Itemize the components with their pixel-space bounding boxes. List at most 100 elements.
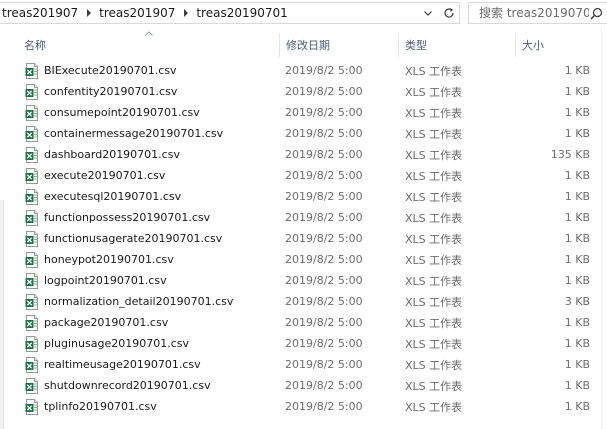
file-size: 1 KB — [564, 169, 590, 182]
file-size: 3 KB — [564, 295, 590, 308]
file-type: XLS 工作表 — [405, 169, 463, 183]
file-row[interactable]: executesql20190701.csv 2019/8/2 5:00 XLS… — [0, 186, 600, 207]
file-type: XLS 工作表 — [405, 253, 463, 267]
file-name: package20190701.csv — [44, 316, 169, 329]
file-row[interactable]: package20190701.csv 2019/8/2 5:00 XLS 工作… — [0, 312, 600, 333]
column-header-date[interactable]: 修改日期 — [280, 33, 399, 57]
file-size: 1 KB — [564, 106, 590, 119]
file-row[interactable]: normalization_detail20190701.csv 2019/8/… — [0, 291, 600, 312]
refresh-icon[interactable] — [437, 3, 459, 23]
file-name: realtimeusage20190701.csv — [44, 358, 201, 371]
breadcrumb-label[interactable]: treas201907 — [97, 6, 178, 20]
breadcrumb-item[interactable]: treas201907 — [97, 3, 178, 23]
column-header-type[interactable]: 类型 — [399, 33, 516, 57]
search-icon[interactable] — [590, 7, 603, 20]
file-type: XLS 工作表 — [405, 400, 463, 414]
column-header-name[interactable]: 名称 — [18, 33, 280, 57]
xls-csv-file-icon — [24, 312, 40, 333]
breadcrumb-item[interactable]: treas20190701 — [194, 3, 290, 23]
xls-csv-file-icon — [24, 249, 40, 270]
search-box[interactable] — [468, 2, 607, 24]
address-bar[interactable]: treas201907 treas201907 treas20190701 — [0, 2, 460, 24]
column-header-label: 修改日期 — [286, 39, 330, 52]
file-row[interactable]: pluginusage20190701.csv 2019/8/2 5:00 XL… — [0, 333, 600, 354]
file-name: functionusagerate20190701.csv — [44, 232, 223, 245]
file-row[interactable]: tplinfo20190701.csv 2019/8/2 5:00 XLS 工作… — [0, 396, 600, 417]
file-name: dashboard20190701.csv — [44, 148, 180, 161]
file-name: confentity20190701.csv — [44, 85, 178, 98]
file-name: execute20190701.csv — [44, 169, 166, 182]
file-type: XLS 工作表 — [405, 295, 463, 309]
file-type: XLS 工作表 — [405, 337, 463, 351]
file-type: XLS 工作表 — [405, 232, 463, 246]
file-modified-date: 2019/8/2 5:00 — [285, 148, 363, 161]
column-header-size[interactable]: 大小 — [516, 33, 600, 57]
file-size: 1 KB — [564, 232, 590, 245]
file-modified-date: 2019/8/2 5:00 — [285, 400, 363, 413]
xls-csv-file-icon — [24, 165, 40, 186]
file-size: 1 KB — [564, 127, 590, 140]
file-row[interactable]: consumepoint20190701.csv 2019/8/2 5:00 X… — [0, 102, 600, 123]
file-row[interactable]: execute20190701.csv 2019/8/2 5:00 XLS 工作… — [0, 165, 600, 186]
file-row[interactable]: honeypot20190701.csv 2019/8/2 5:00 XLS 工… — [0, 249, 600, 270]
file-modified-date: 2019/8/2 5:00 — [285, 190, 363, 203]
file-size: 1 KB — [564, 379, 590, 392]
file-row[interactable]: logpoint20190701.csv 2019/8/2 5:00 XLS 工… — [0, 270, 600, 291]
file-size: 135 KB — [550, 148, 590, 161]
breadcrumb-item[interactable]: treas201907 — [0, 3, 81, 23]
file-modified-date: 2019/8/2 5:00 — [285, 127, 363, 140]
file-row[interactable]: shutdownrecord20190701.csv 2019/8/2 5:00… — [0, 375, 600, 396]
file-name: logpoint20190701.csv — [44, 274, 167, 287]
file-modified-date: 2019/8/2 5:00 — [285, 253, 363, 266]
file-type: XLS 工作表 — [405, 211, 463, 225]
file-name: tplinfo20190701.csv — [44, 400, 157, 413]
chevron-right-icon[interactable] — [178, 3, 194, 23]
file-row[interactable]: containermessage20190701.csv 2019/8/2 5:… — [0, 123, 600, 144]
file-name: functionpossess20190701.csv — [44, 211, 211, 224]
file-type: XLS 工作表 — [405, 316, 463, 330]
file-modified-date: 2019/8/2 5:00 — [285, 358, 363, 371]
file-modified-date: 2019/8/2 5:00 — [285, 232, 363, 245]
xls-csv-file-icon — [24, 354, 40, 375]
column-header-label: 大小 — [522, 39, 544, 52]
chevron-right-icon[interactable] — [81, 3, 97, 23]
file-name: pluginusage20190701.csv — [44, 337, 189, 350]
xls-csv-file-icon — [24, 81, 40, 102]
file-row[interactable]: functionusagerate20190701.csv 2019/8/2 5… — [0, 228, 600, 249]
xls-csv-file-icon — [24, 102, 40, 123]
file-type: XLS 工作表 — [405, 148, 463, 162]
file-size: 1 KB — [564, 337, 590, 350]
file-name: containermessage20190701.csv — [44, 127, 224, 140]
xls-csv-file-icon — [24, 333, 40, 354]
search-input[interactable] — [469, 6, 589, 20]
column-header-label: 类型 — [405, 39, 427, 52]
xls-csv-file-icon — [24, 60, 40, 81]
file-row[interactable]: realtimeusage20190701.csv 2019/8/2 5:00 … — [0, 354, 600, 375]
file-row[interactable]: dashboard20190701.csv 2019/8/2 5:00 XLS … — [0, 144, 600, 165]
file-name: normalization_detail20190701.csv — [44, 295, 234, 308]
file-row[interactable]: functionpossess20190701.csv 2019/8/2 5:0… — [0, 207, 600, 228]
file-size: 1 KB — [564, 211, 590, 224]
chevron-down-icon[interactable] — [420, 3, 436, 23]
file-type: XLS 工作表 — [405, 190, 463, 204]
breadcrumb-label[interactable]: treas20190701 — [194, 6, 290, 20]
file-row[interactable]: BIExecute20190701.csv 2019/8/2 5:00 XLS … — [0, 60, 600, 81]
xls-csv-file-icon — [24, 207, 40, 228]
file-name: BIExecute20190701.csv — [44, 64, 177, 77]
file-size: 1 KB — [564, 64, 590, 77]
breadcrumb-label[interactable]: treas201907 — [0, 6, 81, 20]
file-modified-date: 2019/8/2 5:00 — [285, 169, 363, 182]
file-row[interactable]: confentity20190701.csv 2019/8/2 5:00 XLS… — [0, 81, 600, 102]
xls-csv-file-icon — [24, 186, 40, 207]
file-type: XLS 工作表 — [405, 106, 463, 120]
xls-csv-file-icon — [24, 123, 40, 144]
file-type: XLS 工作表 — [405, 127, 463, 141]
file-type: XLS 工作表 — [405, 274, 463, 288]
file-type: XLS 工作表 — [405, 85, 463, 99]
column-header-label: 名称 — [24, 39, 46, 52]
xls-csv-file-icon — [24, 396, 40, 417]
file-modified-date: 2019/8/2 5:00 — [285, 295, 363, 308]
file-modified-date: 2019/8/2 5:00 — [285, 316, 363, 329]
file-name: consumepoint20190701.csv — [44, 106, 200, 119]
xls-csv-file-icon — [24, 144, 40, 165]
